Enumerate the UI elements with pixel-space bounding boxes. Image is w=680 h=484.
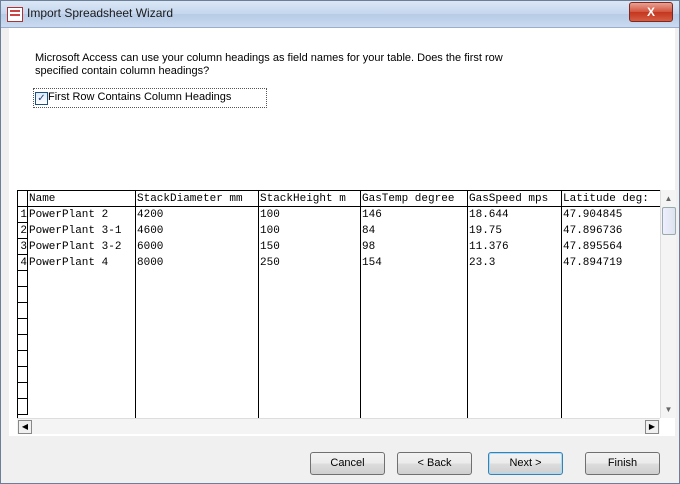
row-number: 1 xyxy=(18,207,28,223)
grid-cell: 18.644 xyxy=(469,209,509,221)
grid-cell: 47.904845 xyxy=(563,209,623,221)
table-row xyxy=(18,319,661,335)
column-divider xyxy=(258,191,259,419)
header-row: Name StackDiameter mm StackHeight m GasTemp… xyxy=(18,191,661,207)
row-number xyxy=(18,383,28,399)
row-number xyxy=(18,335,28,351)
column-header: StackHeight m xyxy=(260,193,346,205)
instruction-text: Microsoft Access can use your column hea… xyxy=(35,52,503,77)
grid-cell: 154 xyxy=(362,257,382,269)
grid-cell: 146 xyxy=(362,209,382,221)
next-button[interactable]: Next > xyxy=(488,452,563,475)
grid-cell: 23.3 xyxy=(469,257,496,269)
table-row xyxy=(18,351,661,367)
wizard-content: Microsoft Access can use your column hea… xyxy=(9,28,676,436)
column-header: GasSpeed mps xyxy=(469,193,549,205)
row-number xyxy=(18,367,28,383)
table-row xyxy=(18,335,661,351)
column-divider xyxy=(467,191,468,419)
scroll-up-icon[interactable]: ▲ xyxy=(662,192,675,205)
grid-cell: 47.894719 xyxy=(563,257,623,269)
grid-cell: 150 xyxy=(260,241,280,253)
table-row: 1 PowerPlant 2 4200 100 146 18.644 47.904845 xyxy=(18,207,661,223)
table-row xyxy=(18,303,661,319)
grid-cell: 84 xyxy=(362,225,376,237)
grid-cell: PowerPlant 4 xyxy=(29,257,109,269)
row-number xyxy=(18,271,28,287)
grid-cell: 4600 xyxy=(137,225,164,237)
table-row: 4 PowerPlant 4 8000 250 154 23.3 47.894719 xyxy=(18,255,661,271)
window-title: Import Spreadsheet Wizard xyxy=(27,6,174,20)
column-header: StackDiameter mm xyxy=(137,193,243,205)
grid-cell: 6000 xyxy=(137,241,164,253)
header-divider xyxy=(18,206,661,207)
grid-cell: PowerPlant 2 xyxy=(29,209,109,221)
row-number: 3 xyxy=(18,239,28,255)
grid-cell: 47.895564 xyxy=(563,241,623,253)
column-divider xyxy=(561,191,562,419)
first-row-headings-label: First Row Contains Column Headings xyxy=(48,91,232,103)
row-number xyxy=(18,351,28,367)
data-preview-grid[interactable]: Name StackDiameter mm StackHeight m GasTemp… xyxy=(17,190,661,419)
grid-cell: 100 xyxy=(260,225,280,237)
scroll-left-icon[interactable]: ◀ xyxy=(18,420,32,434)
table-row xyxy=(18,271,661,287)
row-number xyxy=(18,191,28,207)
table-row xyxy=(18,383,661,399)
back-button[interactable]: < Back xyxy=(397,452,472,475)
grid-cell: 4200 xyxy=(137,209,164,221)
cancel-button[interactable]: Cancel xyxy=(310,452,385,475)
scroll-down-icon[interactable]: ▼ xyxy=(662,403,675,416)
horizontal-scrollbar[interactable]: ◀ ▶ xyxy=(17,418,660,434)
access-table-icon xyxy=(7,7,23,22)
table-row xyxy=(18,287,661,303)
table-row: 2 PowerPlant 3-1 4600 100 84 19.75 47.896736 xyxy=(18,223,661,239)
grid-cell: 11.376 xyxy=(469,241,509,253)
first-row-headings-checkbox[interactable]: ✓ xyxy=(35,92,48,105)
row-number: 2 xyxy=(18,223,28,239)
scroll-thumb[interactable] xyxy=(662,207,676,235)
column-header: Latitude deg: xyxy=(563,193,649,205)
grid-cell: 19.75 xyxy=(469,225,503,237)
import-wizard-window: Import Spreadsheet Wizard X Microsoft Ac… xyxy=(0,0,680,484)
title-bar: Import Spreadsheet Wizard X xyxy=(1,1,679,28)
table-row xyxy=(18,399,661,415)
grid-cell: 8000 xyxy=(137,257,164,269)
grid-cell: PowerPlant 3-2 xyxy=(29,241,122,253)
row-number xyxy=(18,303,28,319)
column-divider xyxy=(360,191,361,419)
grid-cell: PowerPlant 3-1 xyxy=(29,225,122,237)
column-divider xyxy=(135,191,136,419)
scroll-right-icon[interactable]: ▶ xyxy=(645,420,659,434)
grid-cell: 100 xyxy=(260,209,280,221)
vertical-scrollbar[interactable]: ▲ ▼ xyxy=(660,190,676,418)
column-header: GasTemp degree xyxy=(362,193,455,205)
table-row xyxy=(18,367,661,383)
row-number xyxy=(18,319,28,335)
grid-cell: 250 xyxy=(260,257,280,269)
grid-cell: 98 xyxy=(362,241,376,253)
row-number xyxy=(18,287,28,303)
finish-button[interactable]: Finish xyxy=(585,452,660,475)
row-number: 4 xyxy=(18,255,28,271)
table-row: 3 PowerPlant 3-2 6000 150 98 11.376 47.895564 xyxy=(18,239,661,255)
column-header: Name xyxy=(29,193,56,205)
first-row-headings-option[interactable]: ✓ First Row Contains Column Headings xyxy=(33,88,267,108)
grid-cell: 47.896736 xyxy=(563,225,623,237)
row-number xyxy=(18,399,28,415)
close-button[interactable]: X xyxy=(629,2,673,22)
